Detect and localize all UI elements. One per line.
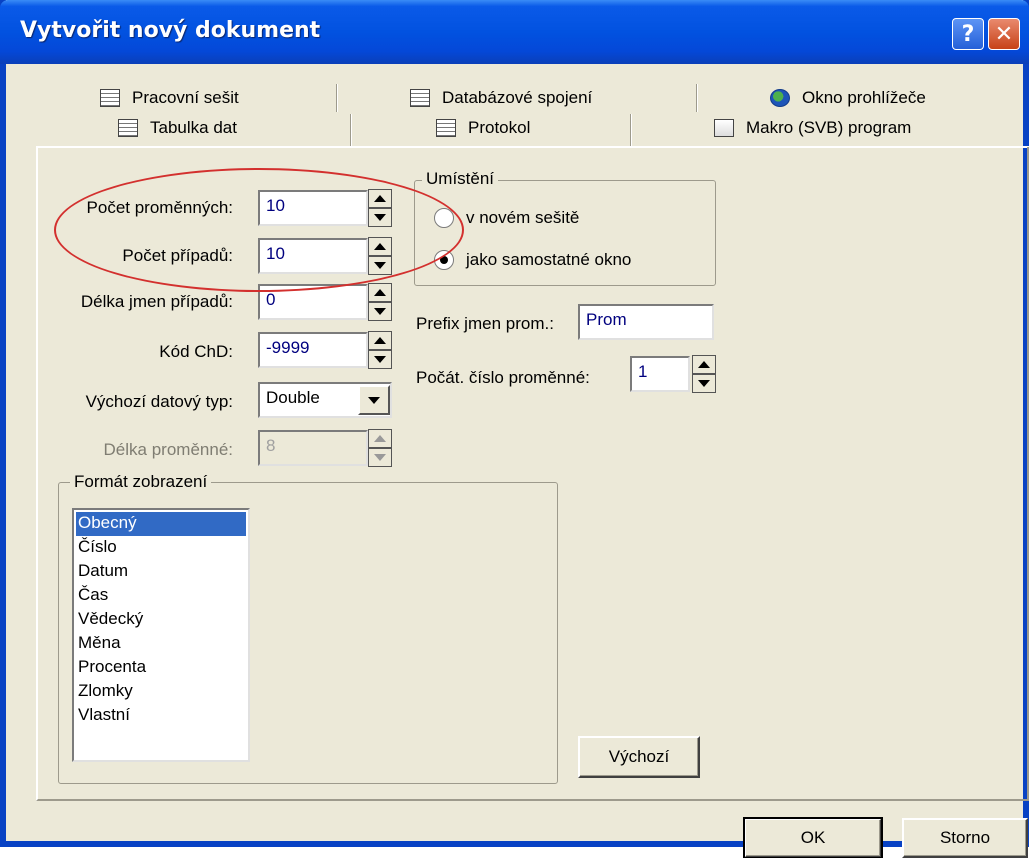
list-item[interactable]: Obecný	[76, 512, 246, 536]
tab-browser-window[interactable]: Okno prohlížeče	[770, 82, 926, 114]
dialog-window: Vytvořit nový dokument ? ✕ Pracovní seši…	[0, 0, 1029, 858]
help-icon: ?	[961, 21, 975, 47]
tab-protocol[interactable]: Protokol	[436, 112, 530, 144]
list-item[interactable]: Vědecký	[76, 608, 246, 632]
spin-up-icon[interactable]	[368, 283, 392, 302]
spin-up-icon	[368, 429, 392, 448]
chevron-down-icon[interactable]	[358, 385, 390, 415]
default-button[interactable]: Výchozí	[578, 736, 700, 778]
workbook-icon	[100, 89, 120, 107]
spin-down-icon	[368, 448, 392, 467]
data-table-icon	[118, 119, 138, 137]
close-icon: ✕	[994, 21, 1014, 47]
display-format-group-title: Formát zobrazení	[70, 472, 212, 492]
report-icon	[436, 119, 456, 137]
case-name-length-label: Délka jmen případů:	[80, 292, 233, 311]
placement-group-title: Umístění	[422, 169, 499, 189]
default-type-label: Výchozí datový typ:	[85, 392, 233, 411]
spin-up-icon[interactable]	[692, 355, 716, 374]
tab-divider	[630, 114, 632, 146]
spin-down-icon[interactable]	[692, 374, 716, 393]
variable-length-label: Délka proměnné:	[103, 440, 233, 459]
display-format-listbox[interactable]: Obecný Číslo Datum Čas Vědecký Měna Proc…	[72, 508, 250, 762]
tab-label: Databázové spojení	[442, 88, 593, 107]
list-item[interactable]: Zlomky	[76, 680, 246, 704]
prefix-input[interactable]: Prom	[578, 304, 714, 340]
start-number-input[interactable]: 1	[630, 356, 690, 392]
tab-database-connection[interactable]: Databázové spojení	[410, 82, 592, 114]
radio-standalone-window-label[interactable]: jako samostatné okno	[466, 250, 631, 270]
tab-label: Tabulka dat	[150, 118, 237, 137]
tab-divider	[696, 84, 698, 112]
tab-label: Makro (SVB) program	[746, 118, 912, 137]
tab-label: Protokol	[468, 118, 531, 137]
list-item[interactable]: Datum	[76, 560, 246, 584]
md-code-spinner[interactable]	[368, 331, 392, 369]
tab-label: Pracovní sešit	[132, 88, 239, 107]
start-number-spinner[interactable]	[692, 355, 716, 393]
prefix-label: Prefix jmen prom.:	[416, 314, 554, 333]
cancel-button[interactable]: Storno	[902, 818, 1028, 858]
variable-length-spinner	[368, 429, 392, 467]
radio-new-workbook-label[interactable]: v novém sešitě	[466, 208, 579, 228]
globe-icon	[770, 89, 790, 107]
tab-data-table[interactable]: Tabulka dat	[118, 112, 237, 144]
start-number-label: Počát. číslo proměnné:	[416, 368, 590, 387]
tab-divider	[336, 84, 338, 112]
help-button[interactable]: ?	[952, 18, 984, 50]
variable-length-input: 8	[258, 430, 368, 466]
spin-up-icon[interactable]	[368, 331, 392, 350]
tab-divider	[350, 114, 352, 146]
list-item[interactable]: Vlastní	[76, 704, 246, 728]
list-item[interactable]: Číslo	[76, 536, 246, 560]
tab-label: Okno prohlížeče	[802, 88, 926, 107]
tab-workbook[interactable]: Pracovní sešit	[100, 82, 239, 114]
ok-button[interactable]: OK	[743, 817, 883, 858]
spin-down-icon[interactable]	[368, 302, 392, 321]
macro-icon	[714, 119, 734, 137]
tab-macro-program[interactable]: Makro (SVB) program	[714, 112, 911, 144]
list-item[interactable]: Procenta	[76, 656, 246, 680]
spin-down-icon[interactable]	[368, 350, 392, 369]
list-item[interactable]: Čas	[76, 584, 246, 608]
window-title: Vytvořit nový dokument	[20, 18, 321, 43]
close-button[interactable]: ✕	[988, 18, 1020, 50]
case-name-length-spinner[interactable]	[368, 283, 392, 321]
list-item[interactable]: Měna	[76, 632, 246, 656]
md-code-input[interactable]: -9999	[258, 332, 368, 368]
highlight-ellipse	[54, 168, 464, 292]
database-icon	[410, 89, 430, 107]
md-code-label: Kód ChD:	[159, 342, 233, 361]
title-bar[interactable]: Vytvořit nový dokument ? ✕	[0, 0, 1029, 64]
